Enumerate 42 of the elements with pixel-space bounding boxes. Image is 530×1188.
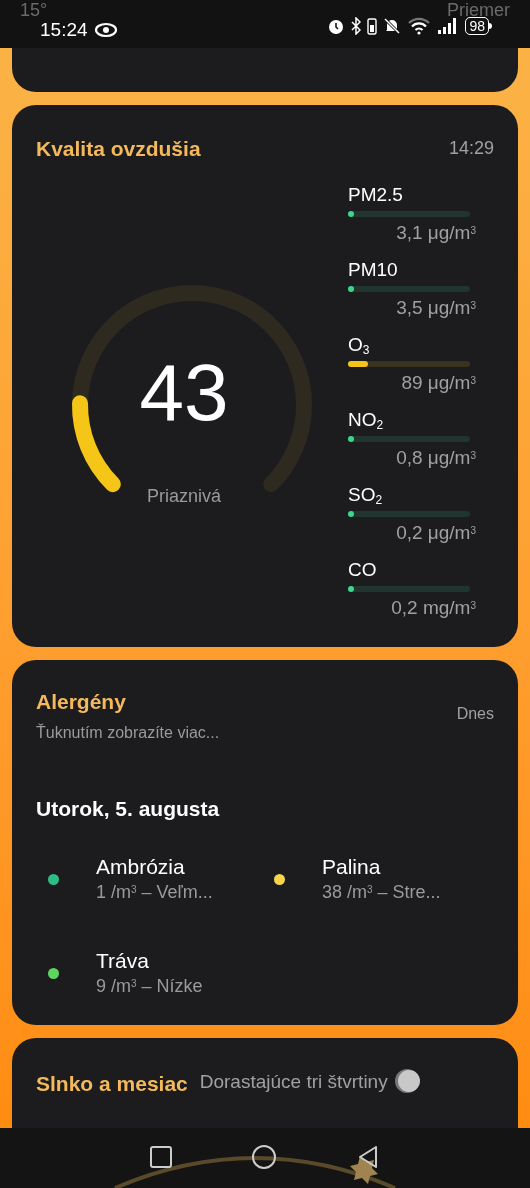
allergen-detail: 1 /m$^{3}$ – Veľm... bbox=[96, 881, 213, 904]
pollutant-name: PM2.5 bbox=[348, 182, 404, 207]
allergen-name: Palina bbox=[322, 854, 382, 880]
moon-icon bbox=[393, 1068, 420, 1094]
alarm-icon bbox=[327, 17, 346, 35]
allergen-detail: 38 /m$^{3}$ – Stre... bbox=[322, 881, 441, 904]
home-button[interactable] bbox=[252, 1145, 276, 1169]
moon-phase-label: Dorastajúce tri štvrtiny bbox=[199, 1070, 388, 1094]
battery-indicator: 98 bbox=[465, 17, 492, 35]
allergen-name: Ambrózia bbox=[96, 854, 186, 880]
back-button[interactable] bbox=[356, 1145, 380, 1169]
allergen-detail: 9 /m$^{3}$ – Nízke bbox=[96, 975, 203, 998]
allergens-card[interactable]: Alergény Ťuknutím zobrazíte viac... Dnes Utorok, 5. augusta Ambrózia 1 /m$^{3}$ – Veľm... Palina 38 /m$^{3}$ – Stre... Tráva 9 /m$^{3}$ – Nízke bbox=[12, 660, 518, 1025]
aqi-value: 43 bbox=[138, 352, 230, 433]
pollutant-value: 0,2 mg/m$^{3}$ bbox=[391, 595, 476, 620]
battery-saver-icon bbox=[367, 17, 378, 35]
pollutant-name: SO$_{2}$ bbox=[348, 482, 384, 507]
sun-moon-card[interactable]: Slnko a mesiac Dorastajúce tri štvrtiny bbox=[12, 1038, 518, 1128]
bluetooth-icon bbox=[351, 17, 362, 35]
pollutant-value: 3,5 μg/m$^{3}$ bbox=[396, 295, 476, 320]
wifi-icon bbox=[407, 17, 432, 35]
allergen-name: Tráva bbox=[96, 948, 150, 974]
hint-text: Ťuknutím zobrazíte viac... bbox=[36, 722, 220, 743]
date-heading: Utorok, 5. augusta bbox=[36, 795, 221, 822]
aqi-rating: Priaznivá bbox=[146, 484, 222, 508]
pollutant-name: PM10 bbox=[348, 257, 399, 282]
muted-bell-icon bbox=[383, 17, 402, 35]
eye-icon bbox=[93, 22, 118, 39]
pollutant-name: CO bbox=[348, 557, 378, 582]
pollutant-name: O$_{3}$ bbox=[348, 332, 371, 357]
air-quality-card[interactable]: Kvalita ovzdušia 14:29 43 Priaznivá PM2.5 3,1 μg/m$^{3}$ PM10 3,5 μg/m$^{3}$ O$_{3}$ 89 μg/m$^{3}$ NO$_{2}$ 0,8 μg/m$^{3}$ SO$_{2}$ 0,2 μg/m$^{3}$ CO 0,2 mg/m$^{3}$ bbox=[12, 105, 518, 647]
pollutant-name: NO$_{2}$ bbox=[348, 407, 385, 432]
pollutant-value: 3,1 μg/m$^{3}$ bbox=[396, 220, 476, 245]
period-label: Dnes bbox=[456, 704, 494, 724]
card-title: Slnko a mesiac bbox=[36, 1071, 188, 1097]
pollutant-value: 0,8 μg/m$^{3}$ bbox=[396, 445, 476, 470]
card-title: Alergény bbox=[36, 689, 127, 715]
pollutant-value: 89 μg/m$^{3}$ bbox=[401, 370, 476, 395]
recent-apps-button[interactable] bbox=[150, 1146, 172, 1168]
pollutant-value: 0,2 μg/m$^{3}$ bbox=[396, 520, 476, 545]
update-time: 14:29 bbox=[448, 137, 494, 161]
card-title: Kvalita ovzdušia bbox=[36, 136, 201, 162]
